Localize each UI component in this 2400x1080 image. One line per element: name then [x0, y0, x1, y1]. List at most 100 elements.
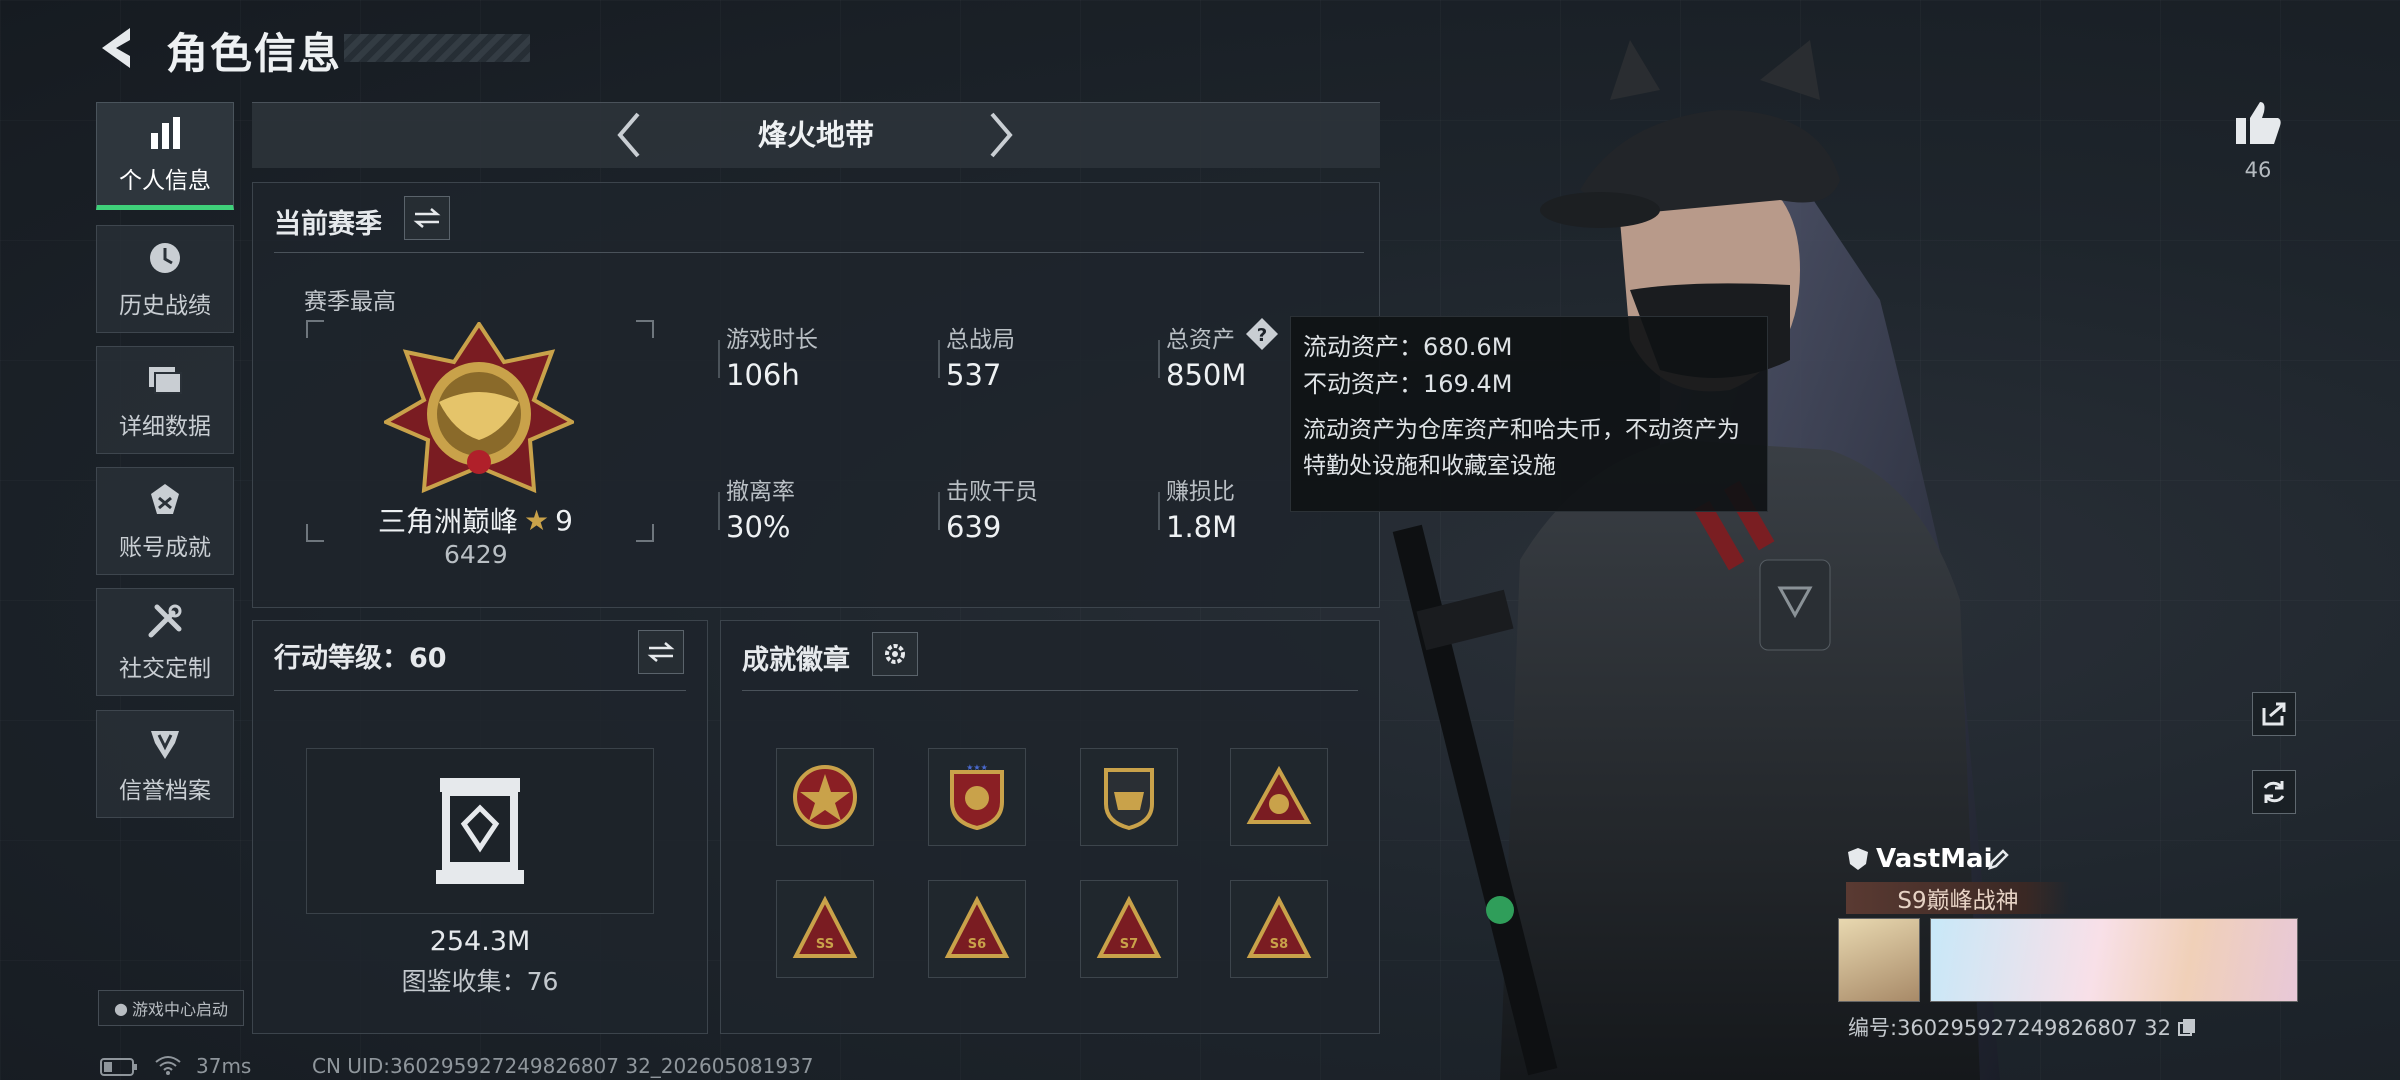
stat-value: 639 — [946, 510, 1002, 544]
stat-value: 850M — [1166, 358, 1247, 392]
game-center-button[interactable]: ● 游戏中心启动 — [98, 990, 244, 1026]
profile-banner[interactable] — [1930, 918, 2298, 1002]
tooltip-fixed-assets: 不动资产：169.4M — [1303, 370, 1513, 399]
stat-label: 总资产 — [1166, 327, 1235, 353]
shield-badge-icon: ★★★ — [950, 763, 1004, 831]
badge-label: SS — [816, 937, 834, 952]
star-badge-icon — [793, 765, 857, 829]
sidebar-item-details[interactable]: 详细数据 — [96, 346, 234, 454]
badge-tile[interactable]: S8 — [1230, 880, 1328, 978]
stat-divider — [718, 492, 720, 530]
triangle-badge-icon: S7 — [1096, 895, 1162, 958]
badge-label: S8 — [1270, 937, 1288, 952]
achievements-settings-button[interactable] — [872, 632, 918, 676]
badge-tile[interactable]: S6 — [928, 880, 1026, 978]
badge-tile[interactable]: S7 — [1080, 880, 1178, 978]
divider — [742, 690, 1358, 691]
achievement-icon — [151, 484, 179, 514]
mode-name: 烽火地带 — [757, 118, 874, 152]
player-name: VastMai — [1876, 844, 1993, 874]
stat-divider — [1158, 492, 1160, 530]
ping-readout: 37ms — [196, 1054, 252, 1078]
stat-label: 赚损比 — [1166, 479, 1235, 505]
sidebar-item-label: 账号成就 — [119, 535, 211, 561]
frame-corner — [636, 320, 654, 338]
page-title: 角色信息 — [166, 29, 343, 78]
player-id: 编号:360295927249826807 32 — [1848, 1016, 2171, 1040]
star-icon: ★ — [524, 503, 550, 537]
divider — [274, 690, 686, 691]
bar-chart-icon — [151, 117, 180, 149]
achievements-title: 成就徽章 — [742, 645, 850, 676]
badge-label: S6 — [968, 937, 986, 952]
player-title-badge: S9巅峰战神 — [1846, 882, 2070, 914]
rank-score: 6429 — [444, 540, 508, 569]
share-button[interactable] — [2252, 692, 2296, 736]
triangle-badge-icon: S8 — [1246, 895, 1312, 958]
swap-icon — [647, 642, 675, 662]
season-switch-button[interactable] — [404, 196, 450, 240]
next-mode-arrow-icon[interactable] — [986, 110, 1016, 160]
rank-stars: 9 — [555, 503, 573, 537]
action-level-switch-button[interactable] — [638, 630, 684, 674]
edit-icon[interactable] — [1986, 848, 2010, 872]
rank-emblem-icon — [384, 322, 574, 494]
stat-divider — [718, 340, 720, 378]
stat-value: 106h — [726, 358, 800, 392]
copy-icon[interactable] — [2177, 1017, 2197, 1037]
stat-label: 游戏时长 — [726, 327, 818, 353]
triangle-badge-icon: SS — [792, 895, 858, 958]
like-count: 46 — [2244, 158, 2272, 182]
user-icon: ● — [114, 998, 128, 1018]
triangle-badge-icon — [1246, 765, 1312, 824]
sidebar-item-history[interactable]: 历史战绩 — [96, 225, 234, 333]
shield-icon — [151, 731, 179, 759]
rank-name: 三角洲巅峰 — [378, 505, 519, 538]
sidebar-item-label: 历史战绩 — [119, 293, 211, 319]
refresh-button[interactable] — [2252, 770, 2296, 814]
like-icon[interactable] — [2234, 98, 2284, 148]
sidebar-item-label: 个人信息 — [119, 168, 211, 194]
stat-value: 1.8M — [1166, 510, 1238, 544]
badge-tile[interactable]: SS — [776, 880, 874, 978]
sidebar-item-label: 社交定制 — [119, 656, 211, 682]
badge-tile[interactable] — [1230, 748, 1328, 846]
avatar[interactable] — [1838, 918, 1920, 1002]
title-decoration — [344, 34, 530, 62]
rank-shield-icon — [1848, 848, 1868, 870]
sidebar-item-social[interactable]: 社交定制 — [96, 588, 234, 696]
collection-vault-icon — [436, 778, 524, 884]
help-icon[interactable]: ? — [1244, 316, 1280, 352]
season-best-label: 赛季最高 — [304, 289, 396, 315]
battery-icon — [100, 1058, 137, 1076]
stat-label: 总战局 — [946, 327, 1015, 353]
stat-value: 30% — [726, 510, 791, 544]
action-level-title: 行动等级：60 — [274, 643, 447, 674]
stat-divider — [938, 340, 940, 378]
uid-readout: CN UID:360295927249826807 32_20260508193… — [312, 1054, 814, 1078]
refresh-icon — [2263, 781, 2285, 803]
stat-divider — [938, 492, 940, 530]
stat-value: 537 — [946, 358, 1002, 392]
tools-icon — [148, 604, 182, 638]
asset-tooltip: 流动资产：680.6M 不动资产：169.4M 流动资产为仓库资产和哈夫币，不动… — [1290, 316, 1768, 512]
stat-divider — [1158, 340, 1160, 378]
wifi-icon — [155, 1056, 181, 1075]
collection-count: 图鉴收集：76 — [401, 967, 559, 996]
prev-mode-arrow-icon[interactable] — [614, 110, 644, 160]
sidebar-item-profile[interactable]: 个人信息 — [96, 102, 234, 210]
sidebar-item-reputation[interactable]: 信誉档案 — [96, 710, 234, 818]
sidebar-item-achievements[interactable]: 账号成就 — [96, 467, 234, 575]
triangle-badge-icon: S6 — [944, 895, 1010, 958]
gear-icon — [885, 644, 905, 664]
frame-corner — [306, 320, 324, 338]
badge-tile[interactable] — [1080, 748, 1178, 846]
sidebar-item-label: 详细数据 — [119, 414, 211, 440]
season-title: 当前赛季 — [274, 209, 382, 240]
divider — [274, 252, 1364, 253]
back-arrow-icon[interactable] — [96, 24, 140, 72]
crest-badge-icon — [1104, 768, 1154, 831]
folder-icon — [149, 367, 182, 394]
badge-tile[interactable] — [776, 748, 874, 846]
badge-tile[interactable]: ★★★ — [928, 748, 1026, 846]
